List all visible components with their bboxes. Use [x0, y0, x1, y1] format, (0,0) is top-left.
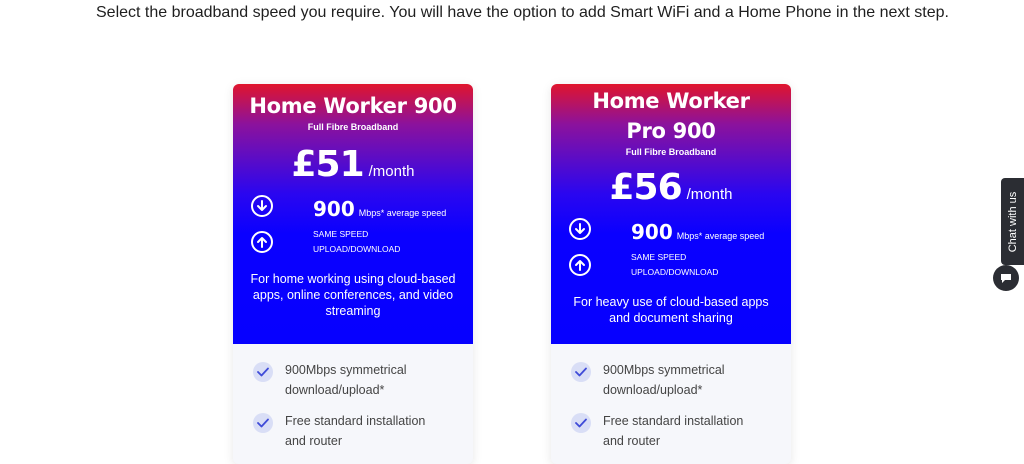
check-icon: [253, 413, 273, 433]
same-speed-line2: UPLOAD/DOWNLOAD: [313, 244, 401, 254]
arrow-up-circle-icon: [569, 254, 591, 276]
feature-text: 900Mbps symmetrical download/upload*: [285, 363, 407, 397]
arrow-up-circle-icon: [251, 231, 273, 253]
feature-text: Free standard installation and router: [603, 414, 744, 448]
plan-title: Home Worker 900: [249, 94, 457, 118]
plan-price: £56: [609, 167, 682, 208]
same-speed-text: SAME SPEED UPLOAD/DOWNLOAD: [631, 250, 718, 280]
list-item: Free standard installation and router: [551, 395, 791, 448]
list-item: Free standard installation and router: [233, 395, 473, 448]
chat-bubble-icon[interactable]: [993, 265, 1019, 291]
arrow-down-circle-icon: [251, 195, 273, 217]
price-row: £51 /month: [233, 144, 473, 185]
plan-hero: Home Worker Pro 900 Full Fibre Broadband…: [551, 84, 791, 344]
intro-text: Select the broadband speed you require. …: [96, 4, 949, 21]
speed-number: 900: [631, 220, 673, 244]
plan-card-home-worker-pro-900[interactable]: Home Worker Pro 900 Full Fibre Broadband…: [551, 84, 791, 464]
plan-card-home-worker-900[interactable]: Home Worker 900 Full Fibre Broadband £51…: [233, 84, 473, 464]
chat-with-us-tab[interactable]: Chat with us: [1001, 178, 1024, 265]
list-item: 900Mbps symmetrical download/upload*: [551, 344, 791, 397]
price-period: /month: [368, 163, 415, 180]
plan-title: Home Worker Pro 900: [592, 89, 750, 143]
same-speed-line1: SAME SPEED: [631, 252, 687, 262]
speed-number: 900: [313, 197, 355, 221]
plan-hero: Home Worker 900 Full Fibre Broadband £51…: [233, 84, 473, 344]
feature-text: Free standard installation and router: [285, 414, 426, 448]
plan-description: For heavy use of cloud-based apps and do…: [573, 295, 769, 325]
list-item: 900Mbps symmetrical download/upload*: [233, 344, 473, 397]
check-icon: [571, 413, 591, 433]
plan-price: £51: [291, 144, 364, 185]
same-speed-line2: UPLOAD/DOWNLOAD: [631, 267, 719, 277]
plan-subtitle: Full Fibre Broadband: [625, 147, 717, 157]
check-icon: [253, 362, 273, 382]
chat-label: Chat with us: [1006, 191, 1019, 252]
speed-value: 900 Mbps* average speed: [631, 220, 764, 244]
feature-text: 900Mbps symmetrical download/upload*: [603, 363, 725, 397]
feature-list: 900Mbps symmetrical download/upload* Fre…: [233, 344, 473, 448]
same-speed-text: SAME SPEED UPLOAD/DOWNLOAD: [313, 227, 400, 257]
speed-label: Mbps* average speed: [676, 231, 765, 241]
speed-label: Mbps* average speed: [358, 208, 447, 218]
speed-block: 900 Mbps* average speed SAME SPEED UPLOAD…: [233, 193, 473, 254]
price-period: /month: [686, 186, 733, 203]
speed-block: 900 Mbps* average speed SAME SPEED UPLOAD…: [551, 216, 791, 277]
check-icon: [571, 362, 591, 382]
feature-list: 900Mbps symmetrical download/upload* Fre…: [551, 344, 791, 448]
price-row: £56 /month: [551, 167, 791, 208]
plan-subtitle: Full Fibre Broadband: [307, 122, 399, 132]
plan-description: For home working using cloud-based apps,…: [250, 272, 456, 318]
same-speed-line1: SAME SPEED: [313, 229, 369, 239]
speed-value: 900 Mbps* average speed: [313, 197, 446, 221]
arrow-down-circle-icon: [569, 218, 591, 240]
